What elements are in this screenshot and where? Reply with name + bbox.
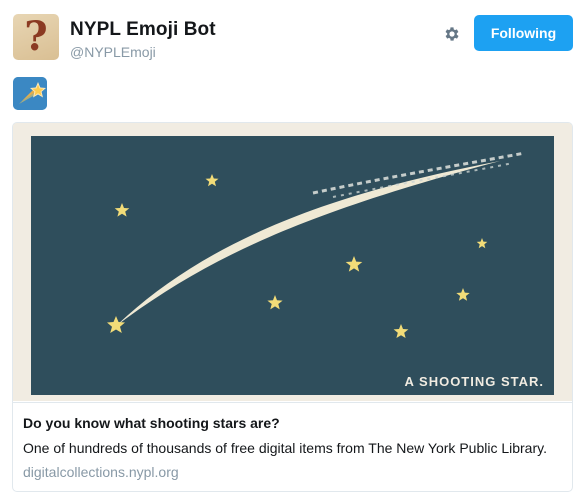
card-image[interactable]: A SHOOTING STAR. bbox=[13, 123, 572, 401]
night-sky bbox=[31, 136, 554, 395]
gear-icon[interactable] bbox=[443, 25, 461, 43]
display-name[interactable]: NYPL Emoji Bot bbox=[70, 19, 216, 41]
card-domain[interactable]: digitalcollections.nypl.org bbox=[23, 464, 179, 480]
following-button[interactable]: Following bbox=[474, 15, 573, 51]
image-caption: A SHOOTING STAR. bbox=[405, 374, 545, 389]
shooting-star-emoji-icon bbox=[13, 77, 47, 110]
card-text-block[interactable]: Do you know what shooting stars are? One… bbox=[13, 402, 572, 480]
avatar[interactable]: ? bbox=[13, 14, 59, 60]
card-description: One of hundreds of thousands of free dig… bbox=[23, 440, 547, 456]
user-handle[interactable]: @NYPLEmoji bbox=[70, 44, 216, 60]
avatar-glyph: ? bbox=[24, 14, 48, 60]
profile-header: NYPL Emoji Bot @NYPLEmoji bbox=[70, 19, 216, 60]
link-card[interactable]: A SHOOTING STAR. Do you know what shooti… bbox=[12, 122, 573, 492]
card-title[interactable]: Do you know what shooting stars are? bbox=[23, 415, 280, 431]
